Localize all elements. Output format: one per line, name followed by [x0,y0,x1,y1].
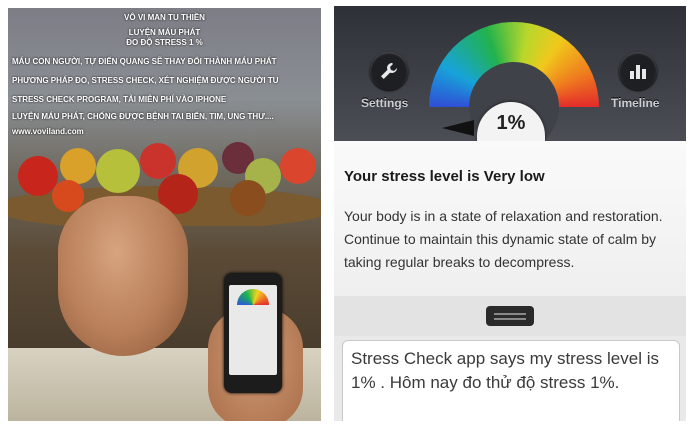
wrench-icon [381,63,397,79]
caption-line: LUYỆN MÁU PHÁT, CHỐNG ĐƯỢC BỆNH TAI BIẾN… [12,112,274,121]
stress-result-card: Your stress level is Very low Your body … [334,141,686,309]
man-head [58,196,188,356]
comment-textbox[interactable]: Stress Check app says my stress level is… [342,340,680,421]
drawer-handle[interactable] [486,306,534,326]
gauge-needle-icon [442,120,474,136]
comment-text: Stress Check app says my stress level is… [351,349,659,392]
stress-percent: 1% [496,112,526,134]
stress-check-app: Settings Timeline 1% Your stress level i… [334,6,686,421]
app-header: Settings Timeline 1% [334,6,686,192]
caption-line: PHƯƠNG PHÁP ĐO, STRESS CHECK, XÉT NGHIỆM… [12,76,279,85]
photo-man-with-phone: VÔ VI MAN TU THIỀN LUYỆN MÁU PHÁT ĐO ĐỘ … [8,8,321,421]
caption-line: LUYỆN MÁU PHÁT [128,28,201,37]
caption-line: VÔ VI MAN TU THIỀN [124,13,205,22]
stress-result-description: Your body is in a state of relaxation an… [344,208,663,270]
timeline-button[interactable] [619,52,657,90]
settings-label[interactable]: Settings [361,96,408,110]
timeline-label[interactable]: Timeline [611,96,659,110]
caption-line: MÁU CON NGƯỜI, TỰ ĐIỂN QUANG SẼ THAY ĐỔI… [12,57,277,66]
bar-chart-icon [630,65,646,79]
website-link[interactable]: www.voviland.com [12,127,84,136]
settings-button[interactable] [370,52,408,90]
caption-line: ĐO ĐỘ STRESS 1 % [126,38,203,47]
held-phone-icon [224,273,282,393]
mini-gauge-icon [237,289,269,305]
caption-line: STRESS CHECK PROGRAM, TẢI MIỄN PHÍ VÀO I… [12,95,227,104]
stress-result-title: Your stress level is Very low [344,168,545,185]
held-phone-screen [229,285,277,375]
